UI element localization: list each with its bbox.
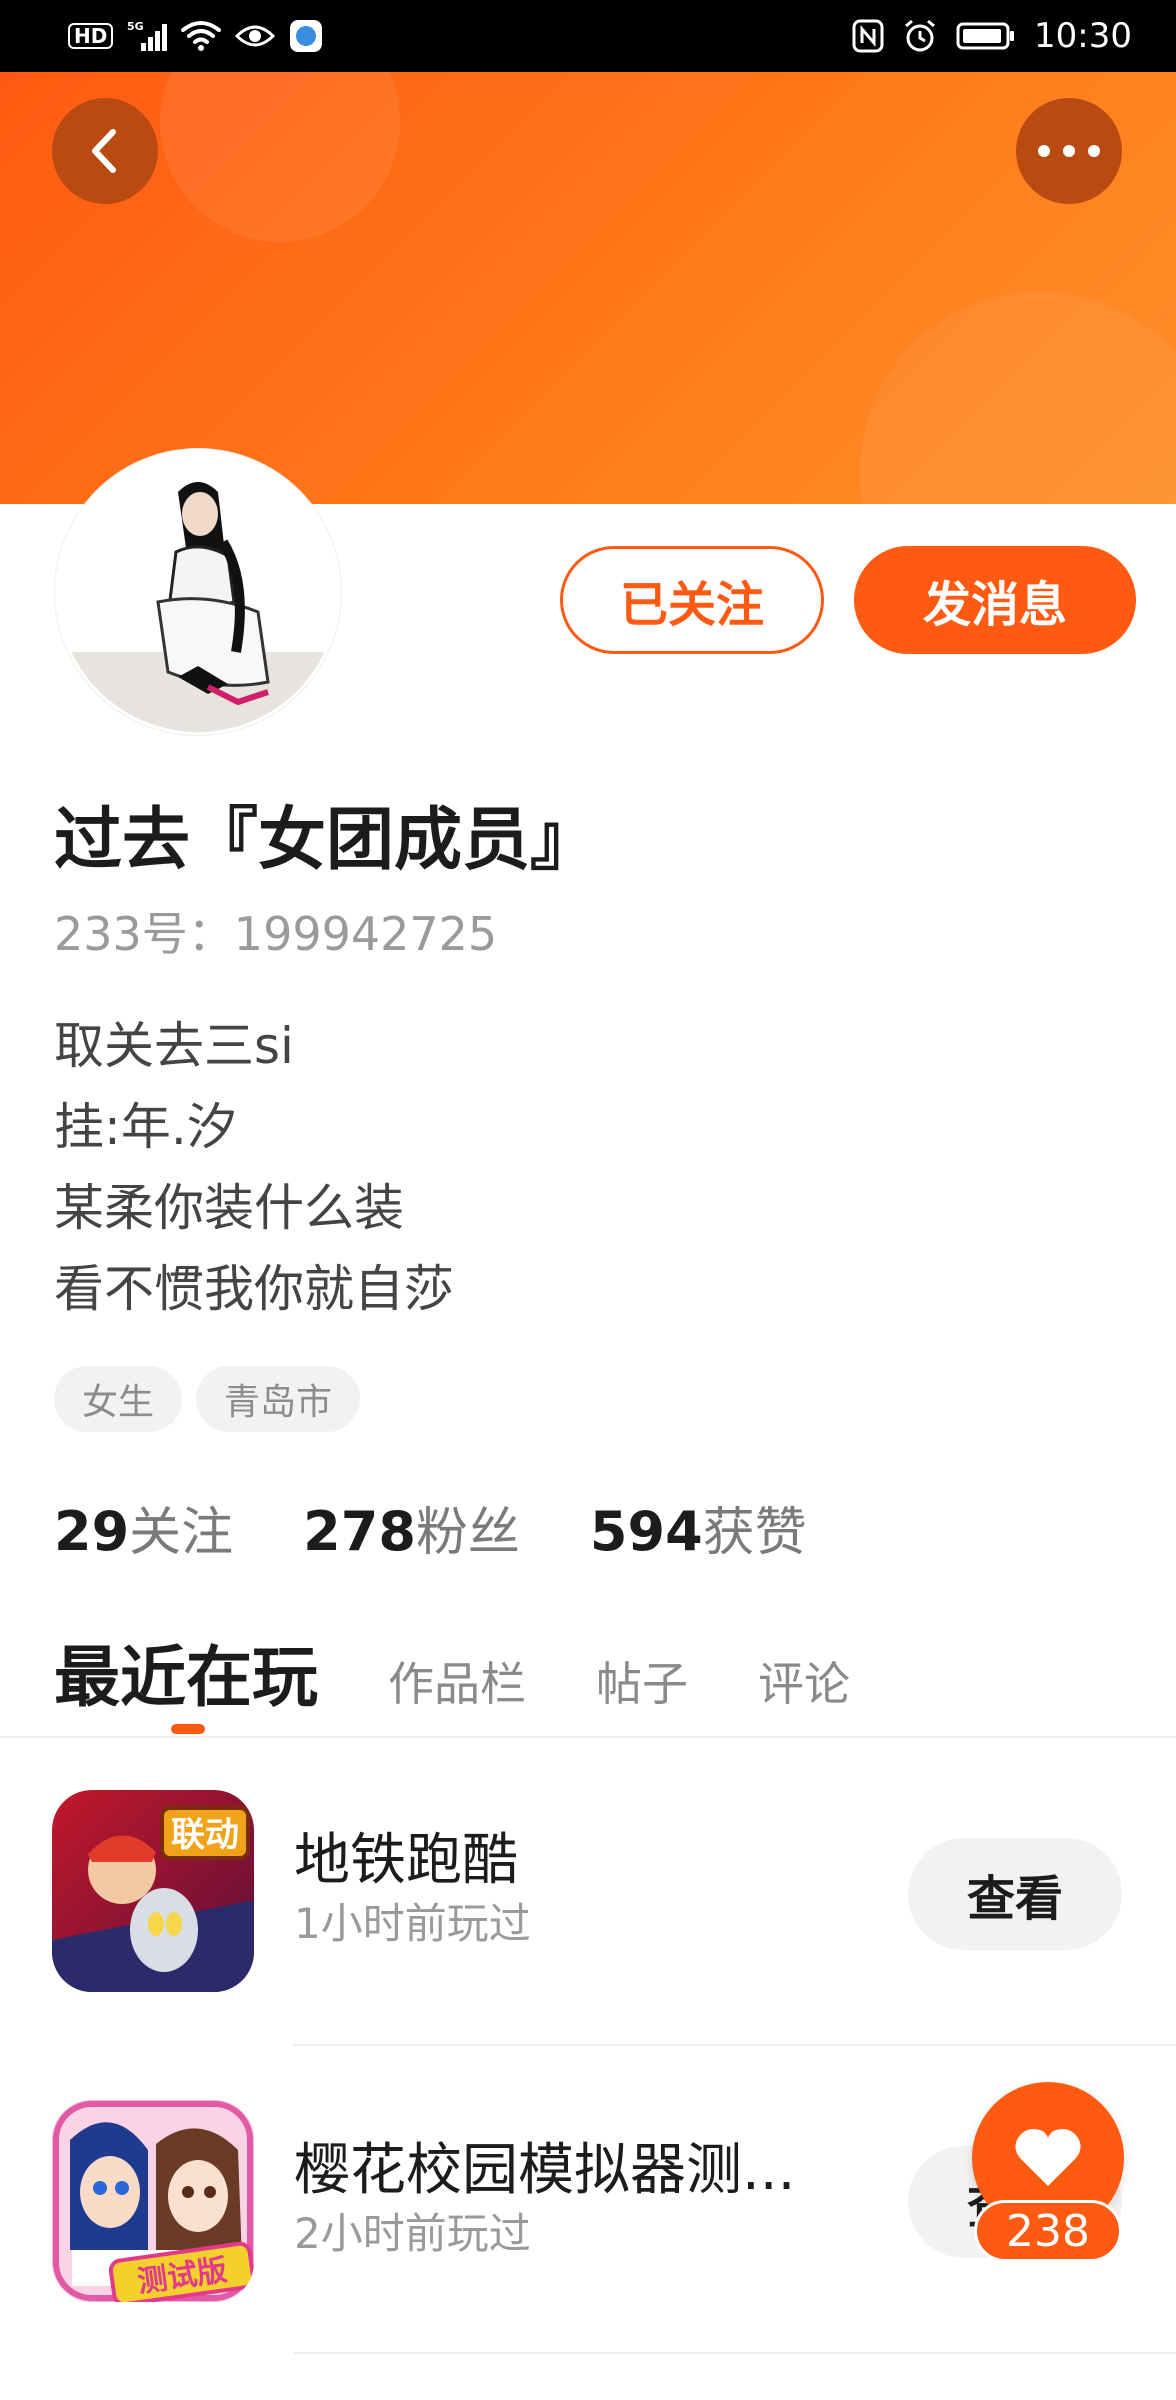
bio: 取关去三si 挂:年.汐 某柔你装什么装 看不惯我你就自莎 — [54, 1006, 454, 1330]
more-horizontal-icon — [1038, 145, 1100, 157]
stat-label: 关注 — [129, 1503, 234, 1563]
eye-icon — [235, 22, 276, 50]
status-left: HD 5G — [68, 14, 323, 58]
user-id: 233号：199942725 — [54, 907, 498, 961]
svg-text:5G: 5G — [127, 20, 144, 33]
game-info: 樱花校园模拟器测... 2小时前玩过 — [294, 2136, 795, 2262]
username: 过去『女团成员』 — [54, 801, 599, 880]
tab-comments[interactable]: 评论 — [758, 1648, 850, 1714]
game-title[interactable]: 樱花校园模拟器测... — [294, 2136, 795, 2206]
tab-works[interactable]: 作品栏 — [388, 1648, 526, 1714]
like-count: 238 — [974, 2200, 1122, 2262]
banner-decoration — [160, 72, 400, 242]
stat-number: 594 — [589, 1500, 703, 1563]
game-icon-subway-surfers[interactable]: 联动 — [52, 1790, 254, 1992]
tab-recently-played[interactable]: 最近在玩 — [54, 1624, 318, 1720]
app-notification-icon — [289, 19, 323, 53]
chevron-left-icon — [92, 129, 116, 173]
game-title[interactable]: 地铁跑酷 — [294, 1826, 531, 1896]
profile-header-banner — [0, 72, 1176, 504]
tab-posts[interactable]: 帖子 — [596, 1648, 688, 1714]
avatar-image — [58, 452, 338, 732]
game-info: 地铁跑酷 1小时前玩过 — [294, 1826, 531, 1952]
tabs-divider — [0, 1736, 1176, 1738]
svg-text:联动: 联动 — [171, 1815, 239, 1855]
view-game-button[interactable]: 查看 — [908, 1838, 1122, 1950]
stat-fans[interactable]: 278粉丝 — [303, 1490, 520, 1565]
game-last-played: 2小时前玩过 — [294, 2209, 531, 2258]
stat-label: 粉丝 — [415, 1503, 520, 1563]
active-tab-indicator — [171, 1724, 205, 1734]
nfc-icon — [852, 19, 884, 53]
game-last-played: 1小时前玩过 — [294, 1899, 531, 1948]
status-right: 10:30 — [852, 14, 1132, 58]
stat-label: 获赞 — [702, 1503, 807, 1563]
following-button[interactable]: 已关注 — [560, 546, 824, 654]
send-message-button[interactable]: 发消息 — [854, 546, 1136, 654]
tag-gender: 女生 — [54, 1366, 183, 1432]
heart-icon — [1015, 2129, 1081, 2186]
game-icon-art: 联动 — [52, 1790, 254, 1992]
profile-tags: 女生 青岛市 — [54, 1366, 361, 1432]
banner-decoration — [860, 292, 1176, 504]
status-bar: HD 5G 10:30 — [0, 0, 1176, 72]
stat-number: 278 — [303, 1500, 416, 1563]
row-divider — [294, 2352, 1176, 2354]
battery-icon — [956, 21, 1016, 51]
signal-icon: 5G — [127, 19, 168, 53]
more-button[interactable] — [1016, 98, 1122, 204]
alarm-icon — [902, 18, 938, 54]
hd-badge: HD — [68, 23, 114, 49]
tag-city: 青岛市 — [196, 1366, 361, 1432]
stat-number: 29 — [54, 1500, 130, 1563]
bio-line: 挂:年.汐 — [54, 1098, 237, 1156]
bio-line: 取关去三si — [54, 1017, 294, 1075]
profile-stats: 29关注 278粉丝 594获赞 — [54, 1490, 807, 1565]
wifi-icon — [181, 20, 222, 52]
back-button[interactable] — [52, 98, 158, 204]
bio-line: 看不惯我你就自莎 — [54, 1260, 454, 1318]
stat-following[interactable]: 29关注 — [54, 1490, 233, 1565]
row-divider — [294, 2044, 1176, 2046]
game-icon-sakura-school[interactable]: 测试版 — [52, 2100, 254, 2302]
profile-tabs: 最近在玩 作品栏 帖子 评论 — [54, 1624, 850, 1720]
avatar[interactable] — [58, 452, 338, 732]
stat-likes[interactable]: 594获赞 — [590, 1490, 807, 1565]
bio-line: 某柔你装什么装 — [54, 1179, 404, 1237]
status-time: 10:30 — [1034, 16, 1132, 56]
game-icon-art: 测试版 — [52, 2100, 254, 2302]
